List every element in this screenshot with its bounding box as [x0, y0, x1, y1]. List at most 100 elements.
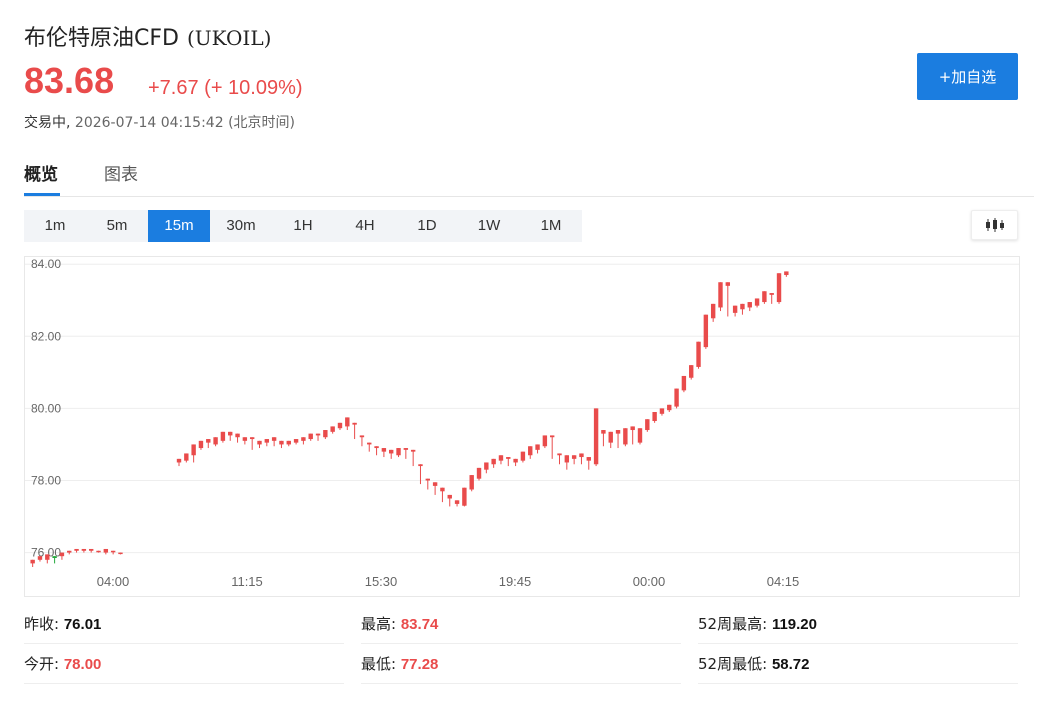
tabs-divider [24, 196, 1034, 197]
candle-body [571, 455, 577, 459]
y-tick-label: 82.00 [31, 329, 61, 343]
x-tick-label: 15:30 [365, 574, 398, 589]
interval-30m[interactable]: 30m [210, 210, 272, 242]
stat-label: 最低: [361, 655, 397, 673]
candle-body [337, 422, 343, 429]
candle-body [520, 451, 526, 461]
candle-body [249, 437, 255, 440]
candle-body [703, 314, 709, 348]
candle-body [608, 431, 613, 443]
candle-body [425, 478, 430, 481]
candle-body [769, 293, 774, 295]
candle-body [674, 388, 679, 407]
candle-body [718, 282, 723, 308]
candle-body [110, 550, 116, 553]
candle-body [637, 428, 643, 443]
price-chart[interactable]: 84.00 82.00 80.00 78.00 76.00 04:00 11:15 15:30… [24, 256, 1020, 597]
candle-body [776, 273, 782, 303]
candle-body [257, 440, 262, 445]
candle-body [549, 435, 555, 438]
candle-body [96, 550, 101, 553]
candle-body [345, 417, 350, 427]
candle-body [59, 552, 65, 557]
interval-1m[interactable]: 1m [24, 210, 86, 242]
instrument-code: (UKOIL) [186, 26, 272, 50]
x-tick-label: 00:00 [633, 574, 666, 589]
stat-prev-close: 昨收: 76.01 [24, 604, 344, 644]
candle-body [652, 412, 657, 422]
candle-body [367, 442, 372, 445]
candle-body [228, 431, 233, 436]
candle-body [103, 548, 109, 553]
stat-label: 今开: [24, 655, 60, 673]
candle-body [440, 487, 445, 492]
candle-body [389, 449, 394, 454]
candle-body [235, 433, 240, 438]
interval-5m[interactable]: 5m [86, 210, 148, 242]
candle-body [74, 548, 79, 551]
candle-body [542, 435, 548, 447]
candle-body [601, 430, 606, 434]
x-tick-label: 19:45 [499, 574, 532, 589]
tab-overview[interactable]: 概览 [24, 160, 58, 185]
x-tick-label: 04:00 [97, 574, 130, 589]
candle-body [689, 365, 694, 378]
add-to-watchlist-button[interactable]: +加自选 [917, 53, 1018, 100]
candle-body [593, 408, 599, 465]
candle-body [645, 419, 650, 431]
candle-body [725, 282, 731, 286]
candle-body [45, 554, 50, 560]
candle-body [213, 437, 218, 445]
status-timezone: (北京时间) [228, 115, 295, 131]
interval-1d[interactable]: 1D [396, 210, 458, 242]
interval-4h[interactable]: 4H [334, 210, 396, 242]
candle-body [528, 446, 533, 456]
last-price: 83.68 [24, 60, 115, 101]
stat-value: 76.01 [63, 616, 102, 633]
candle-body [301, 437, 306, 441]
trading-status: 交易中, 2026-07-14 04:15:42 (北京时间) [24, 112, 295, 132]
chart-type-button[interactable] [971, 210, 1018, 240]
candle-body [191, 444, 196, 456]
candle-body [286, 440, 291, 445]
stat-label: 52周最高: [698, 615, 768, 633]
stat-52w-low: 52周最低: 58.72 [698, 644, 1018, 684]
candle-body [447, 494, 452, 499]
stat-52w-high: 52周最高: 119.20 [698, 604, 1018, 644]
interval-1h[interactable]: 1H [272, 210, 334, 242]
candle-body [293, 439, 299, 443]
candle-body [352, 422, 357, 425]
candle-body [476, 467, 482, 479]
candle-body [762, 291, 767, 303]
candle-body [67, 550, 72, 553]
candle-body [410, 449, 416, 452]
price-change: +7.67 (+ 10.09%) [148, 77, 303, 99]
candle-body [323, 430, 328, 438]
candle-body [315, 433, 321, 436]
interval-selector: 1m 5m 15m 30m 1H 4H 1D 1W 1M [24, 210, 582, 242]
candle-body [710, 303, 716, 319]
interval-1w[interactable]: 1W [458, 210, 520, 242]
candle-body [579, 453, 584, 458]
tab-chart[interactable]: 图表 [104, 160, 138, 185]
candle-body [535, 444, 540, 450]
y-tick-label: 84.00 [31, 257, 61, 271]
candle-body [374, 446, 379, 449]
candle-body [198, 440, 204, 449]
instrument-title: 布伦特原油CFD (UKOIL) [24, 20, 271, 52]
candle-body [784, 271, 789, 276]
candle-body [667, 404, 672, 411]
candle-body [359, 435, 365, 438]
stat-open: 今开: 78.00 [24, 644, 344, 684]
candlestick-icon [985, 218, 1004, 232]
status-timestamp: 2026-07-14 04:15:42 [74, 115, 224, 131]
candle-body [184, 453, 189, 461]
candle-body [264, 439, 270, 443]
candle-body [491, 458, 496, 465]
candle-body [279, 440, 284, 445]
interval-1mo[interactable]: 1M [520, 210, 582, 242]
stat-high: 最高: 83.74 [361, 604, 681, 644]
candle-body [732, 305, 738, 313]
candle-body [696, 341, 701, 367]
interval-15m[interactable]: 15m [148, 210, 210, 242]
